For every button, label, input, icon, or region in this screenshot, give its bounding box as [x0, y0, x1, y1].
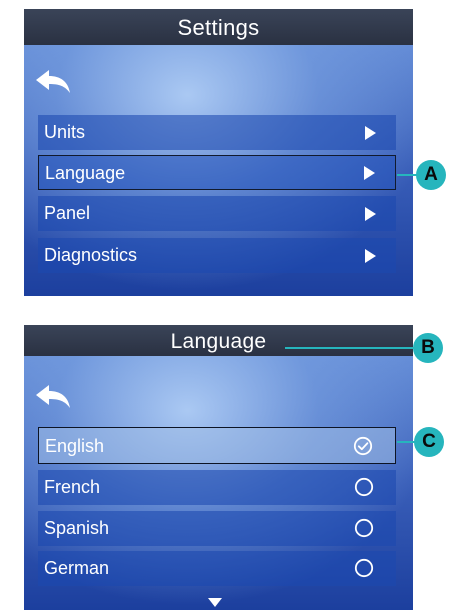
menu-item-units[interactable]: Units — [38, 115, 396, 150]
language-title: Language — [24, 325, 413, 356]
callout-c: C — [414, 427, 444, 457]
settings-screen: Settings Units Language Panel Diagnostic… — [24, 9, 413, 296]
language-screen: Language English French Spanish German — [24, 325, 413, 610]
callout-b-line — [285, 347, 415, 349]
play-arrow-icon — [365, 126, 376, 140]
play-arrow-icon — [365, 207, 376, 221]
callout-b: B — [413, 333, 443, 363]
menu-item-panel[interactable]: Panel — [38, 196, 396, 231]
menu-item-diagnostics[interactable]: Diagnostics — [38, 238, 396, 273]
menu-item-label: Panel — [44, 203, 91, 223]
scroll-down-icon[interactable] — [208, 598, 222, 607]
language-option-label: German — [44, 558, 110, 578]
language-option-label: French — [44, 477, 101, 497]
empty-circle-icon — [354, 477, 374, 497]
menu-item-language[interactable]: Language — [38, 155, 396, 190]
menu-item-label: Language — [45, 163, 126, 183]
language-option-label: English — [45, 436, 105, 456]
language-option-german[interactable]: German — [38, 551, 396, 586]
language-option-french[interactable]: French — [38, 470, 396, 505]
back-arrow-icon[interactable] — [34, 382, 74, 412]
language-option-english[interactable]: English — [38, 427, 396, 464]
back-arrow-icon[interactable] — [34, 67, 74, 97]
menu-item-label: Units — [44, 122, 86, 142]
check-circle-icon — [353, 436, 373, 456]
empty-circle-icon — [354, 518, 374, 538]
play-arrow-icon — [364, 166, 375, 180]
settings-title: Settings — [24, 9, 413, 45]
language-option-label: Spanish — [44, 518, 110, 538]
menu-item-label: Diagnostics — [44, 245, 138, 265]
language-option-spanish[interactable]: Spanish — [38, 511, 396, 546]
play-arrow-icon — [365, 249, 376, 263]
callout-a: A — [416, 160, 446, 190]
empty-circle-icon — [354, 558, 374, 578]
